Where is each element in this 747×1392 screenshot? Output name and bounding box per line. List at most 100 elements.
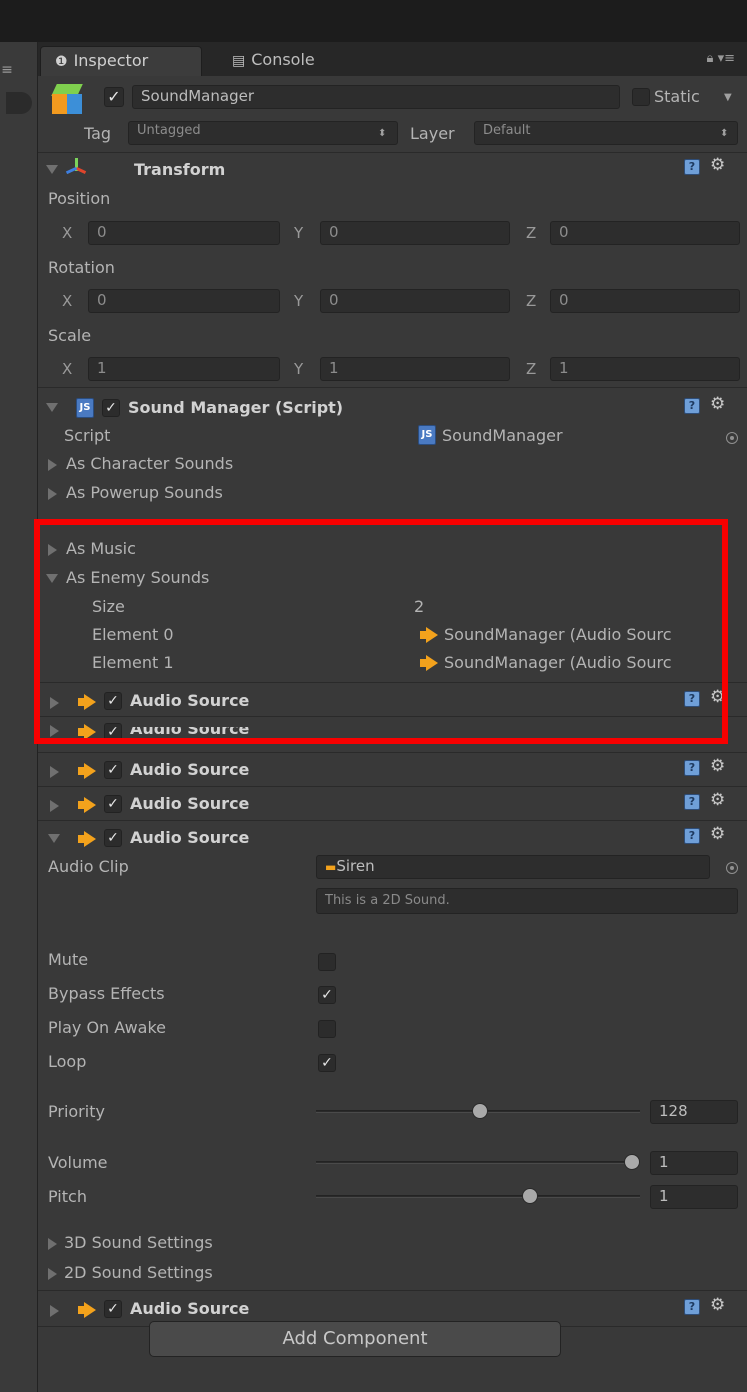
volume-field[interactable]: 1: [650, 1151, 738, 1175]
menu-icon[interactable]: ≡: [0, 62, 14, 78]
speaker-icon: [78, 797, 100, 813]
powerup-sounds-label[interactable]: As Powerup Sounds: [66, 483, 223, 502]
add-component-button[interactable]: Add Component: [149, 1321, 561, 1357]
help-icon[interactable]: ?: [684, 828, 700, 844]
audio-source-enabled-checkbox[interactable]: ✓: [104, 795, 122, 813]
sound-info-box: This is a 2D Sound.: [316, 888, 738, 914]
script-value[interactable]: SoundManager: [442, 426, 563, 445]
position-y-field[interactable]: 0: [320, 221, 510, 245]
priority-slider-thumb[interactable]: [472, 1103, 488, 1119]
divider: [38, 716, 747, 717]
help-icon[interactable]: ?: [684, 691, 700, 707]
audio-source-foldout-icon[interactable]: [48, 834, 60, 843]
gear-icon[interactable]: ⚙: [710, 824, 725, 844]
mute-checkbox[interactable]: [318, 953, 336, 971]
pitch-slider-track[interactable]: [316, 1195, 640, 1198]
char-sounds-label[interactable]: As Character Sounds: [66, 454, 233, 473]
audio-source-foldout-icon[interactable]: [50, 766, 59, 778]
js-file-icon: JS: [418, 425, 436, 445]
position-x-field[interactable]: 0: [88, 221, 280, 245]
lock-icon[interactable]: 🔒︎ ▾≡: [707, 51, 735, 66]
scale-z-field[interactable]: 1: [550, 357, 740, 381]
audio-source-enabled-checkbox[interactable]: ✓: [104, 829, 122, 847]
audio-source-foldout-icon[interactable]: [50, 800, 59, 812]
rotation-y-field[interactable]: 0: [320, 289, 510, 313]
music-foldout-icon[interactable]: [48, 544, 57, 556]
3d-sound-settings-label[interactable]: 3D Sound Settings: [64, 1233, 213, 1252]
audio-source-title: Audio Source: [130, 691, 250, 710]
object-picker-icon[interactable]: [726, 862, 738, 874]
music-label[interactable]: As Music: [66, 539, 136, 558]
layer-dropdown[interactable]: Default: [474, 121, 738, 145]
help-icon[interactable]: ?: [684, 159, 700, 175]
gear-icon[interactable]: ⚙: [710, 394, 725, 414]
enemy-sounds-foldout-icon[interactable]: [46, 574, 58, 583]
bypass-effects-checkbox[interactable]: ✓: [318, 986, 336, 1004]
audio-source-foldout-icon[interactable]: [50, 697, 59, 709]
play-on-awake-label: Play On Awake: [48, 1018, 166, 1037]
2d-sound-settings-label[interactable]: 2D Sound Settings: [64, 1263, 213, 1282]
layer-label: Layer: [410, 124, 455, 143]
help-icon[interactable]: ?: [684, 1299, 700, 1315]
audio-source-foldout-icon[interactable]: [50, 725, 59, 737]
tab-console-label: Console: [251, 50, 315, 69]
object-picker-icon[interactable]: [726, 432, 738, 444]
gear-icon[interactable]: ⚙: [710, 687, 725, 707]
tab-inspector[interactable]: ❶ Inspector: [40, 46, 202, 76]
3d-settings-foldout-icon[interactable]: [48, 1238, 57, 1250]
element1-value[interactable]: SoundManager (Audio Sourc: [444, 653, 672, 672]
audio-source-foldout-icon[interactable]: [50, 1305, 59, 1317]
size-value[interactable]: 2: [414, 597, 424, 616]
pitch-slider-thumb[interactable]: [522, 1188, 538, 1204]
element0-value[interactable]: SoundManager (Audio Sourc: [444, 625, 672, 644]
help-icon[interactable]: ?: [684, 760, 700, 776]
position-z-field[interactable]: 0: [550, 221, 740, 245]
tag-dropdown[interactable]: Untagged: [128, 121, 398, 145]
scale-x-field[interactable]: 1: [88, 357, 280, 381]
inspector-panel: ✓ SoundManager Static ▼ Tag Untagged ⬍ L…: [38, 76, 747, 1392]
pitch-field[interactable]: 1: [650, 1185, 738, 1209]
help-icon[interactable]: ?: [684, 398, 700, 414]
tab-console[interactable]: ▤ Console: [218, 46, 329, 76]
scale-y-field[interactable]: 1: [320, 357, 510, 381]
play-on-awake-checkbox[interactable]: [318, 1020, 336, 1038]
transform-foldout-icon[interactable]: [46, 165, 58, 174]
gear-icon[interactable]: ⚙: [710, 1295, 725, 1315]
static-label: Static: [654, 87, 700, 106]
audio-source-enabled-checkbox[interactable]: ✓: [104, 1300, 122, 1318]
audio-source-title: Audio Source: [130, 727, 250, 737]
script-foldout-icon[interactable]: [46, 403, 58, 412]
static-checkbox[interactable]: [632, 88, 650, 106]
2d-settings-foldout-icon[interactable]: [48, 1268, 57, 1280]
audio-clip-field[interactable]: ▬Siren: [316, 855, 710, 879]
divider: [38, 387, 747, 388]
volume-slider-track[interactable]: [316, 1161, 640, 1164]
audio-clip-label: Audio Clip: [48, 857, 129, 876]
help-icon[interactable]: ?: [684, 794, 700, 810]
volume-label: Volume: [48, 1153, 108, 1172]
audio-source-enabled-checkbox[interactable]: ✓: [104, 692, 122, 710]
gear-icon[interactable]: ⚙: [710, 155, 725, 175]
script-label: Script: [64, 426, 111, 445]
panel-grip[interactable]: [6, 92, 32, 114]
powerup-sounds-foldout-icon[interactable]: [48, 488, 57, 500]
position-z-label: Z: [526, 224, 537, 242]
speaker-icon: [78, 763, 100, 779]
gear-icon[interactable]: ⚙: [710, 756, 725, 776]
rotation-x-field[interactable]: 0: [88, 289, 280, 313]
gameobject-active-checkbox[interactable]: ✓: [104, 87, 124, 107]
static-dropdown-icon[interactable]: ▼: [724, 92, 732, 103]
volume-slider-thumb[interactable]: [624, 1154, 640, 1170]
rotation-z-field[interactable]: 0: [550, 289, 740, 313]
element1-label: Element 1: [92, 653, 174, 672]
gameobject-name-field[interactable]: SoundManager: [132, 85, 620, 109]
audio-source-enabled-checkbox[interactable]: ✓: [104, 723, 122, 741]
gear-icon[interactable]: ⚙: [710, 790, 725, 810]
loop-checkbox[interactable]: ✓: [318, 1054, 336, 1072]
audio-source-enabled-checkbox[interactable]: ✓: [104, 761, 122, 779]
priority-field[interactable]: 128: [650, 1100, 738, 1124]
enemy-sounds-label[interactable]: As Enemy Sounds: [66, 568, 209, 587]
speaker-icon: [78, 1302, 100, 1318]
script-enabled-checkbox[interactable]: ✓: [102, 399, 120, 417]
char-sounds-foldout-icon[interactable]: [48, 459, 57, 471]
